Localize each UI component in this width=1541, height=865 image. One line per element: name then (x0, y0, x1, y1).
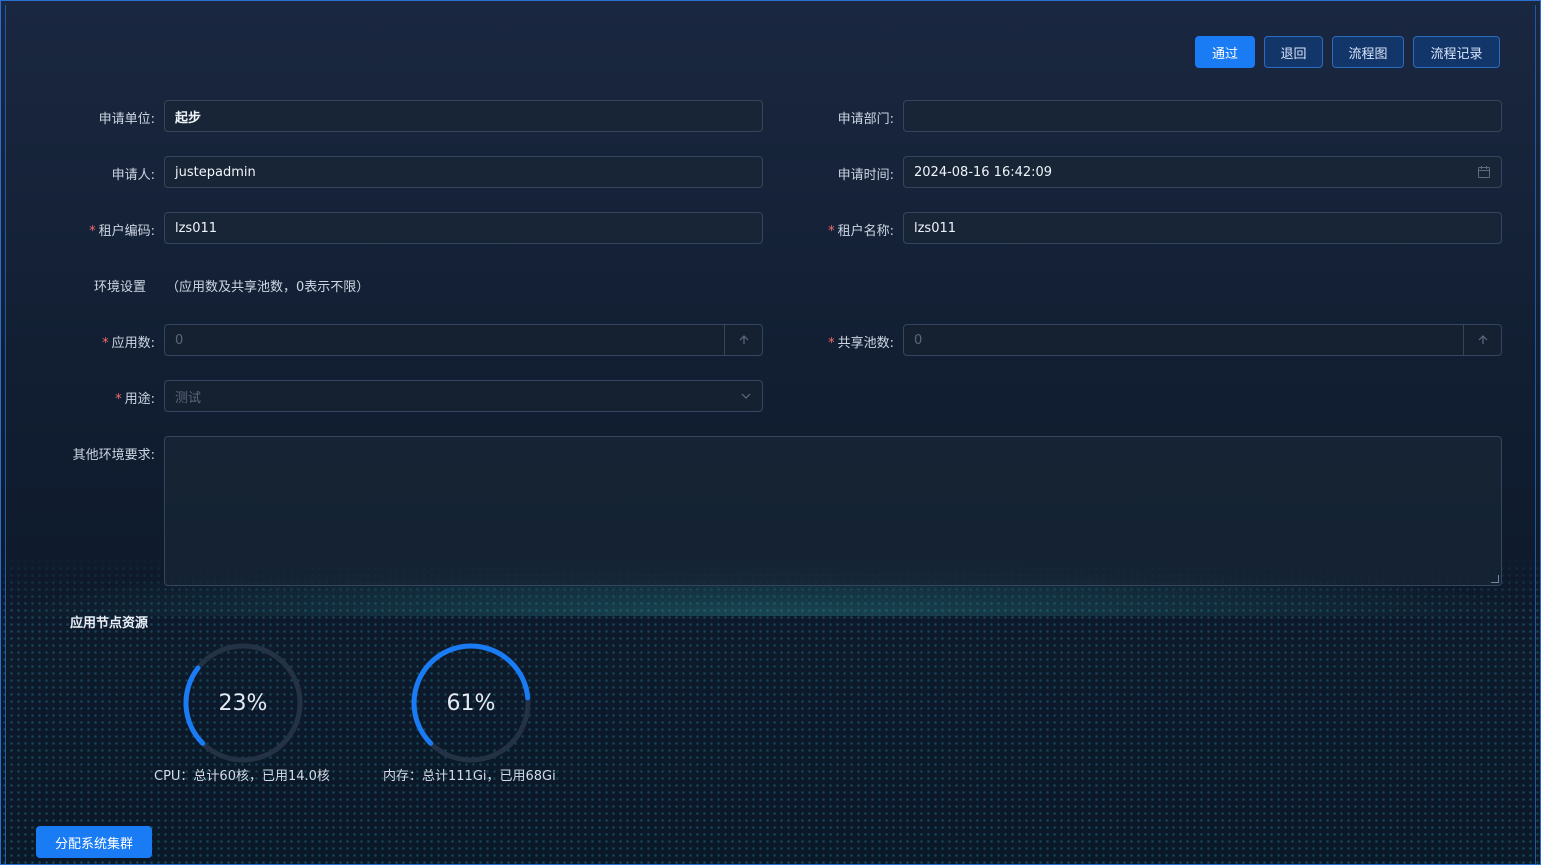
resize-handle[interactable] (1491, 575, 1499, 583)
applicant-dept-label: 申请部门: (837, 112, 894, 127)
env-settings-label: 环境设置 (94, 280, 147, 295)
chevron-down-icon (740, 381, 752, 411)
tenant-code-label: * 租户编码: (89, 220, 155, 239)
app-count-value: 0 (175, 332, 184, 348)
applicant-unit-value: 起步 (175, 110, 202, 126)
tenant-name-field[interactable]: lzs011 (903, 212, 1502, 244)
applicant-unit-field[interactable]: 起步 (164, 100, 763, 132)
applicant-field[interactable]: justepadmin (164, 156, 763, 188)
flowchart-button[interactable]: 流程图 (1332, 36, 1404, 68)
purpose-label: * 用途: (115, 388, 155, 407)
tenant-name-label-text: 租户名称: (837, 224, 894, 239)
increment-arrow-icon[interactable] (1463, 325, 1501, 355)
tenant-code-field[interactable]: lzs011 (164, 212, 763, 244)
purpose-label-text: 用途: (124, 392, 155, 407)
tenant-code-value: lzs011 (175, 220, 218, 236)
other-requirements-label: 其他环境要求: (72, 448, 155, 463)
increment-arrow-icon[interactable] (724, 325, 762, 355)
cpu-gauge: 23% (183, 643, 303, 763)
tenant-name-label: * 租户名称: (828, 220, 894, 239)
tenant-code-label-text: 租户编码: (98, 224, 155, 239)
memory-percent: 61% (446, 690, 496, 716)
tenant-name-value: lzs011 (914, 220, 957, 236)
approve-button[interactable]: 通过 (1195, 36, 1255, 68)
purpose-value: 测试 (175, 390, 202, 406)
app-count-stepper[interactable]: 0 (164, 324, 763, 356)
shared-pool-label: * 共享池数: (828, 332, 894, 351)
resources-title: 应用节点资源 (70, 616, 149, 631)
applicant-dept-field[interactable] (903, 100, 1502, 132)
applicant-label: 申请人: (111, 168, 155, 183)
memory-caption: 内存：总计111Gi，已用68Gi (383, 769, 556, 784)
apply-time-value: 2024-08-16 16:42:09 (914, 164, 1053, 180)
shared-pool-stepper[interactable]: 0 (903, 324, 1502, 356)
app-frame: 通过 退回 流程图 流程记录 申请单位: 起步 申请部门: 申请人: juste… (0, 0, 1541, 865)
reject-button[interactable]: 退回 (1264, 36, 1323, 68)
required-mark: * (115, 392, 122, 407)
cpu-percent: 23% (218, 690, 268, 716)
toolbar: 通过 退回 流程图 流程记录 (1195, 36, 1500, 68)
shared-pool-value: 0 (914, 332, 923, 348)
memory-gauge: 61% (411, 643, 531, 763)
app-count-label-text: 应用数: (111, 336, 155, 351)
apply-time-label: 申请时间: (837, 168, 894, 183)
calendar-icon[interactable] (1477, 157, 1491, 187)
required-mark: * (828, 336, 835, 351)
apply-time-field[interactable]: 2024-08-16 16:42:09 (903, 156, 1502, 188)
applicant-unit-label: 申请单位: (98, 112, 155, 127)
cpu-caption: CPU：总计60核，已用14.0核 (154, 769, 330, 784)
required-mark: * (102, 336, 109, 351)
app-count-label: * 应用数: (102, 332, 155, 351)
applicant-value: justepadmin (175, 164, 256, 180)
required-mark: * (828, 224, 835, 239)
other-requirements-textarea[interactable] (164, 436, 1502, 586)
shared-pool-label-text: 共享池数: (837, 336, 894, 351)
purpose-select[interactable]: 测试 (164, 380, 763, 412)
required-mark: * (89, 224, 96, 239)
env-settings-note: （应用数及共享池数，0表示不限） (166, 280, 370, 295)
flow-record-button[interactable]: 流程记录 (1413, 36, 1500, 68)
allocate-cluster-button[interactable]: 分配系统集群 (36, 826, 152, 858)
